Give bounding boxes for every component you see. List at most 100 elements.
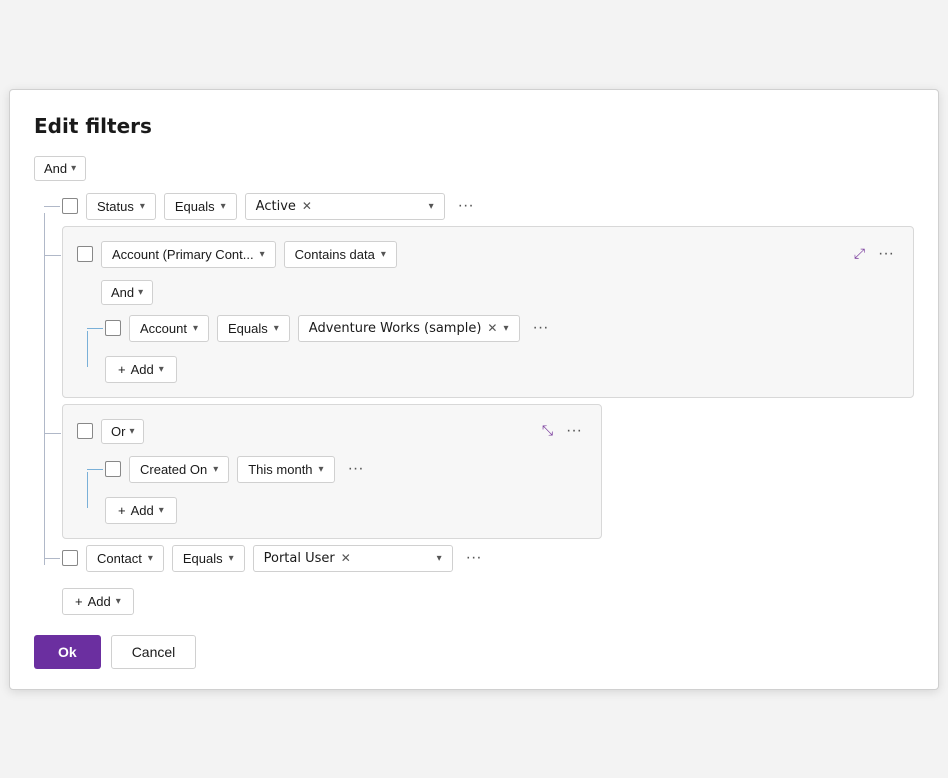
or-logic-label: Or	[111, 424, 125, 439]
contact-value-close[interactable]: ✕	[341, 551, 351, 565]
bottom-add-plus: +	[75, 594, 83, 609]
contact-filter-row: Contact ▾ Equals ▾ Portal User ✕ ▾ ···	[62, 545, 914, 572]
account-inner-rows: Account ▾ Equals ▾ Adventure Works (samp…	[105, 315, 899, 383]
account-collapse-icon[interactable]: ⤢	[854, 246, 865, 262]
contact-operator-dropdown[interactable]: Equals ▾	[172, 545, 245, 572]
status-operator-dropdown[interactable]: Equals ▾	[164, 193, 237, 220]
top-connector-v	[44, 213, 45, 565]
or-logic-button[interactable]: Or ▾	[101, 419, 144, 444]
account-inner-field-dropdown[interactable]: Account ▾	[129, 315, 209, 342]
or-add-label: Add	[131, 503, 154, 518]
account-group-h-connector	[45, 255, 61, 256]
account-inner-operator-label: Equals	[228, 321, 268, 336]
account-inner-value-chevron: ▾	[503, 323, 508, 334]
account-field-dropdown[interactable]: Account (Primary Cont... ▾	[101, 241, 276, 268]
contact-value-dropdown[interactable]: Portal User ✕ ▾	[253, 545, 453, 572]
createdon-more-button[interactable]: ···	[343, 457, 369, 481]
account-operator-label: Contains data	[295, 247, 375, 262]
bottom-add-chevron: ▾	[116, 596, 121, 607]
or-add-chevron: ▾	[159, 505, 164, 516]
or-group-header: Or ▾ ⤡ ···	[77, 419, 587, 444]
contact-more-button[interactable]: ···	[461, 546, 487, 570]
or-logic-chevron: ▾	[129, 426, 134, 437]
account-group-checkbox[interactable]	[77, 246, 93, 262]
account-inner-and-label: And	[111, 285, 134, 300]
status-value-close[interactable]: ✕	[302, 199, 312, 213]
createdon-filter-row: Created On ▾ This month ▾ ···	[105, 456, 587, 483]
createdon-operator-dropdown[interactable]: This month ▾	[237, 456, 334, 483]
account-inner-field-chevron: ▾	[193, 323, 198, 334]
account-inner-v	[87, 331, 88, 367]
account-inner-and-button[interactable]: And ▾	[101, 280, 153, 305]
or-group-h-connector	[45, 433, 61, 434]
status-field-dropdown[interactable]: Status ▾	[86, 193, 156, 220]
account-inner-field-label: Account	[140, 321, 187, 336]
account-group-box: Account (Primary Cont... ▾ Contains data…	[62, 226, 914, 398]
status-checkbox[interactable]	[62, 198, 78, 214]
account-operator-dropdown[interactable]: Contains data ▾	[284, 241, 397, 268]
createdon-checkbox[interactable]	[105, 461, 121, 477]
bottom-add-label: Add	[88, 594, 111, 609]
status-h-connector	[44, 206, 60, 207]
contact-value-tag: Portal User ✕	[264, 551, 431, 566]
status-value-text: Active	[256, 199, 296, 214]
createdon-field-chevron: ▾	[213, 464, 218, 475]
account-inner-and-chevron: ▾	[138, 287, 143, 298]
status-operator-label: Equals	[175, 199, 215, 214]
account-inner-operator-chevron: ▾	[274, 323, 279, 334]
ok-button[interactable]: Ok	[34, 635, 101, 669]
account-inner-value-dropdown[interactable]: Adventure Works (sample) ✕ ▾	[298, 315, 520, 342]
account-inner-and-row: And ▾	[101, 280, 899, 305]
top-and-button[interactable]: And ▾	[34, 156, 86, 181]
or-inner-v	[87, 472, 88, 508]
createdon-inner-h-connector	[87, 469, 103, 470]
top-and-chevron: ▾	[71, 163, 76, 174]
account-inner-checkbox[interactable]	[105, 320, 121, 336]
modal-title: Edit filters	[34, 114, 914, 138]
status-more-button[interactable]: ···	[453, 194, 479, 218]
contact-field-label: Contact	[97, 551, 142, 566]
account-group-header: Account (Primary Cont... ▾ Contains data…	[77, 241, 899, 268]
account-field-chevron: ▾	[260, 249, 265, 260]
status-field-chevron: ▾	[140, 201, 145, 212]
account-inner-operator-dropdown[interactable]: Equals ▾	[217, 315, 290, 342]
account-group-more-button[interactable]: ···	[873, 242, 899, 266]
or-group-more-button[interactable]: ···	[561, 419, 587, 443]
account-add-button[interactable]: + Add ▾	[105, 356, 177, 383]
account-inner-value-tag: Adventure Works (sample) ✕	[309, 321, 498, 336]
contact-operator-chevron: ▾	[229, 553, 234, 564]
or-group-box: Or ▾ ⤡ ··· Created On ▾ This month	[62, 404, 602, 539]
account-add-plus: +	[118, 362, 126, 377]
account-add-label: Add	[131, 362, 154, 377]
createdon-operator-label: This month	[248, 462, 312, 477]
status-value-chevron: ▾	[429, 201, 434, 212]
bottom-add-button[interactable]: + Add ▾	[62, 588, 134, 615]
account-inner-h-connector	[87, 328, 103, 329]
cancel-button[interactable]: Cancel	[111, 635, 197, 669]
status-value-tag: Active ✕	[256, 199, 423, 214]
or-group-checkbox[interactable]	[77, 423, 93, 439]
status-operator-chevron: ▾	[221, 201, 226, 212]
top-rows: Status ▾ Equals ▾ Active ✕ ▾ ···	[62, 193, 914, 615]
createdon-operator-chevron: ▾	[319, 464, 324, 475]
contact-value-text: Portal User	[264, 551, 335, 566]
contact-checkbox[interactable]	[62, 550, 78, 566]
status-value-dropdown[interactable]: Active ✕ ▾	[245, 193, 445, 220]
or-collapse-icon[interactable]: ⤡	[542, 423, 553, 439]
contact-field-chevron: ▾	[148, 553, 153, 564]
createdon-field-dropdown[interactable]: Created On ▾	[129, 456, 229, 483]
status-filter-row: Status ▾ Equals ▾ Active ✕ ▾ ···	[62, 193, 914, 220]
status-field-label: Status	[97, 199, 134, 214]
createdon-field-label: Created On	[140, 462, 207, 477]
account-operator-chevron: ▾	[381, 249, 386, 260]
or-inner-rows: Created On ▾ This month ▾ ··· + Add ▾	[105, 456, 587, 524]
account-inner-filter-row: Account ▾ Equals ▾ Adventure Works (samp…	[105, 315, 899, 342]
account-inner-value-text: Adventure Works (sample)	[309, 321, 482, 336]
or-add-button[interactable]: + Add ▾	[105, 497, 177, 524]
account-inner-value-close[interactable]: ✕	[487, 321, 497, 335]
account-inner-more-button[interactable]: ···	[528, 316, 554, 340]
or-add-plus: +	[118, 503, 126, 518]
contact-operator-label: Equals	[183, 551, 223, 566]
account-add-chevron: ▾	[159, 364, 164, 375]
contact-field-dropdown[interactable]: Contact ▾	[86, 545, 164, 572]
